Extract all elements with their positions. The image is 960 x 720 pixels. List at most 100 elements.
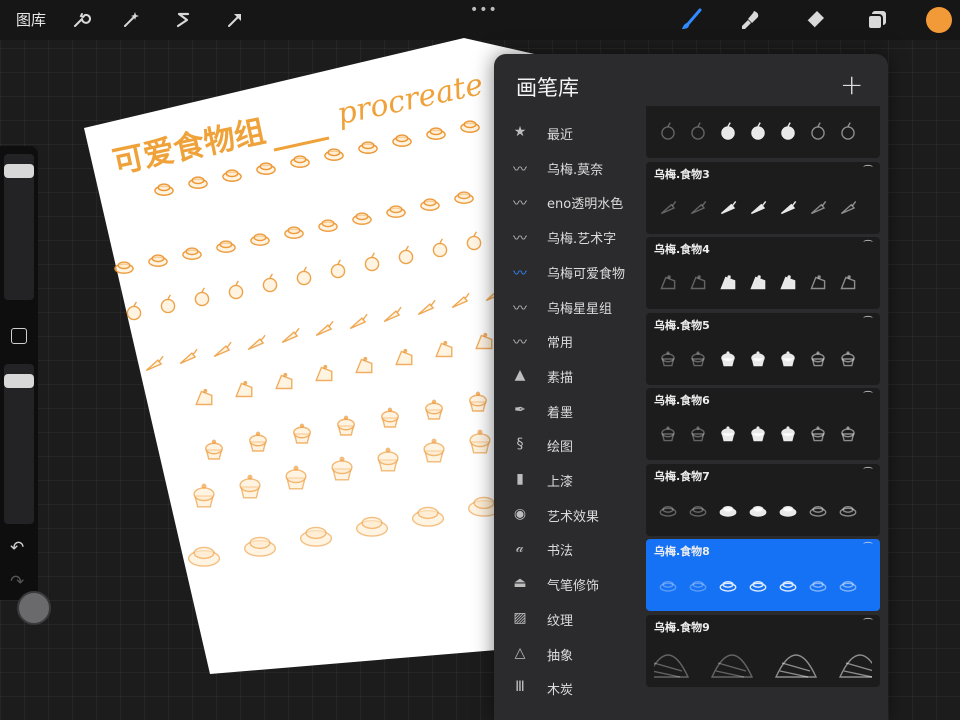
brush-preview-stamp [751,122,765,140]
texture-icon: ▨ [513,609,527,626]
selection-s-icon[interactable] [170,7,196,33]
brush-preview-stamp [838,654,872,678]
brush-category-label: 上漆 [547,475,574,490]
brush-category-item[interactable]: ✒ 着墨 [494,394,644,428]
brush-preview-stamp [661,350,675,366]
smudge-icon[interactable] [738,7,764,33]
brush-category-item[interactable]: 〰 常用 [494,324,644,358]
gallery-button[interactable]: 图库 [16,9,46,30]
brush-item[interactable]: 乌梅.食物8 ⁀ [646,539,880,611]
wrench-icon[interactable] [68,7,94,33]
brush-item[interactable]: 乌梅.食物2⁀ [646,106,880,158]
brush-preview-stamp [690,200,707,214]
brush-category-item[interactable]: ⏏ 气笔修饰 [494,567,644,601]
brush-preview-stamp [811,426,825,442]
brush-category-item[interactable]: § 绘图 [494,428,644,462]
brush-stroke-preview-icon: ⁀ [863,543,872,554]
brush-category-item[interactable]: 〰 乌梅星星组 [494,290,644,324]
brush-size-handle[interactable] [4,164,34,178]
color-picker-button[interactable] [926,7,952,33]
pencil-icon: ▲ [514,366,526,383]
brush-preview-stamp [750,200,767,214]
undo-icon[interactable]: ↶ [10,538,24,558]
brush-category-item[interactable]: ▨ 纹理 [494,602,644,636]
brush-category-item[interactable]: ★ 最近 [494,116,644,150]
brush-category-item[interactable]: 〰 eno透明水色 [494,185,644,219]
brush-preview-stamp [689,505,707,517]
brush-preview-stamp [749,581,767,592]
brush-preview-stamp [721,350,735,366]
brush-category-item[interactable]: 〰 乌梅可爱食物 [494,255,644,289]
brush-preview-stamp [840,200,857,214]
brush-stroke-preview-icon: ⁀ [863,467,872,479]
brush-preview-stamp [774,654,818,678]
add-brush-set-button[interactable]: + [840,68,863,101]
brush-category-label: 绘图 [547,440,574,456]
brush-category-label: eno透明水色 [547,197,624,213]
brush-category-label: 纹理 [547,613,574,629]
brush-preview-stamp [780,200,797,214]
brush-list: 乌梅.食物2⁀乌梅.食物3⁀乌梅.食物4⁀乌梅.食物5⁀乌梅.食物6⁀乌梅.食物… [646,106,882,720]
magic-wand-icon[interactable] [118,7,144,33]
brush-item[interactable]: 乌梅.食物3 ⁀ [646,161,880,234]
brush-category-item[interactable]: ▲ 素描 [494,359,644,393]
brush-preview-stamp [841,350,855,366]
brush-category-label: 气笔修饰 [547,579,600,595]
brush-item[interactable]: 乌梅.食物9 ⁀ [646,614,880,687]
brush-preview-stamp [659,505,677,517]
top-toolbar: 图库 ••• [0,0,960,40]
opacity-handle[interactable] [4,374,34,388]
brush-stroke-preview [661,122,855,140]
arrow-transform-icon[interactable] [222,7,248,33]
brush-item[interactable]: 乌梅.食物6 ⁀ [646,388,880,460]
brush-category-label: 着墨 [547,405,574,421]
brush-category-item[interactable]: ◉ 艺术效果 [494,498,644,532]
brush-preview-stamp [839,581,857,592]
brush-category-item[interactable]: △ 抽象 [494,637,644,671]
brush-item[interactable]: 乌梅.食物4 ⁀ [646,237,880,309]
brush-category-item[interactable]: Ⅲ 木炭 [494,671,644,705]
brush-category-item[interactable]: 𝒶 书法 [494,532,644,566]
brush-name: 乌梅.食物6 [654,394,710,407]
brush-item[interactable]: 乌梅.食物7 ⁀ [646,463,880,536]
brush-icon[interactable] [678,7,704,33]
redo-icon[interactable]: ↷ [10,572,24,592]
brush-library-panel: 画笔库 + ★ 最近〰乌梅.莫奈〰 eno透明水色〰乌梅.艺术字〰乌梅可爱食物〰乌梅… [494,54,888,720]
stroke-icon: 〰 [513,265,527,282]
brush-category-label: 抽象 [547,648,574,664]
brush-category-item[interactable]: 〰 乌梅.艺术字 [494,220,644,254]
pen-nib-icon: ✒ [514,401,526,418]
brush-preview-stamp [781,426,795,442]
brush-category-item[interactable]: 〰 乌梅.莫奈 [494,151,644,185]
brush-item[interactable]: 乌梅.食物5 ⁀ [646,312,880,385]
brush-name: 乌梅.食物5 [654,318,710,332]
stroke-icon: 〰 [513,231,527,248]
brush-preview-stamp [661,426,675,442]
brush-preview-stamp [659,581,677,592]
opacity-slider[interactable] [4,364,34,524]
triangle-icon: △ [514,644,526,661]
brush-category-label: 艺术效果 [547,509,600,525]
brush-preview-stamp [810,200,827,214]
brush-stroke-preview-icon: ⁀ [863,618,872,630]
brush-category-label: 乌梅可爱食物 [547,266,626,282]
stroke-icon: 〰 [513,161,527,178]
brush-name: 乌梅.食物3 [654,167,710,181]
brush-preview-stamp [660,200,677,214]
charcoal-icon: Ⅲ [515,679,525,696]
brush-stroke-preview [659,581,857,592]
brush-preview-stamp [781,122,795,140]
brush-preview-stamp [654,654,690,678]
brush-preview-stamp [721,426,735,442]
brush-library-title: 画笔库 [516,76,579,100]
brush-name: 乌梅.食物7 [654,469,710,483]
eyedropper-button[interactable] [17,591,51,625]
eraser-icon[interactable] [802,7,828,33]
brush-stroke-preview [654,654,872,678]
brush-category-item[interactable]: ▮ 上漆 [494,463,644,497]
brush-preview-stamp [721,122,735,140]
star-icon: ★ [513,124,527,140]
more-dots-icon[interactable]: ••• [470,2,498,18]
layers-icon[interactable] [864,7,890,33]
modify-button[interactable] [11,328,27,344]
